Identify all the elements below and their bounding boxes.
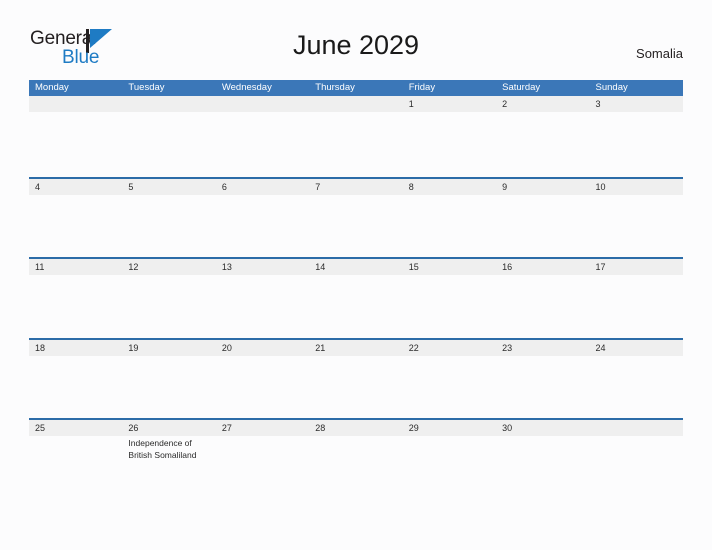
day-content-band: Independence of British Somaliland <box>29 436 683 498</box>
day-number-26[interactable]: 26 <box>122 420 215 436</box>
day-cell-3[interactable] <box>590 112 683 174</box>
day-cell-empty <box>590 436 683 498</box>
calendar-grid: Monday Tuesday Wednesday Thursday Friday Satu… <box>29 80 683 499</box>
day-number-empty <box>29 96 122 112</box>
weekday-header-sunday: Sunday <box>595 82 628 93</box>
date-number-band: 11 12 13 14 15 16 17 <box>29 259 683 275</box>
day-number-empty <box>309 96 402 112</box>
day-cell-11[interactable] <box>29 275 122 337</box>
weekday-header-row: Monday Tuesday Wednesday Thursday Friday Satu… <box>29 80 683 96</box>
day-number-15[interactable]: 15 <box>403 259 496 275</box>
day-cell-17[interactable] <box>590 275 683 337</box>
day-cell-5[interactable] <box>122 195 215 257</box>
weekday-header-saturday: Saturday <box>502 82 541 93</box>
day-cell-9[interactable] <box>496 195 589 257</box>
weekday-header-tuesday: Tuesday <box>128 82 165 93</box>
day-number-30[interactable]: 30 <box>496 420 589 436</box>
day-cell-27[interactable] <box>216 436 309 498</box>
day-cell-13[interactable] <box>216 275 309 337</box>
day-cell-19[interactable] <box>122 356 215 418</box>
date-number-band: 123 <box>29 96 683 112</box>
day-number-25[interactable]: 25 <box>29 420 122 436</box>
day-cell-4[interactable] <box>29 195 122 257</box>
day-number-7[interactable]: 7 <box>309 179 402 195</box>
weekday-header-thursday: Thursday <box>315 82 355 93</box>
day-cell-26[interactable]: Independence of British Somaliland <box>122 436 215 498</box>
day-cell-21[interactable] <box>309 356 402 418</box>
day-cell-18[interactable] <box>29 356 122 418</box>
day-cell-30[interactable] <box>496 436 589 498</box>
day-number-empty <box>590 420 683 436</box>
page-header: General Blue June 2029 Somalia <box>0 0 712 80</box>
day-content-band <box>29 356 683 418</box>
day-cell-23[interactable] <box>496 356 589 418</box>
day-number-empty <box>122 96 215 112</box>
day-cell-15[interactable] <box>403 275 496 337</box>
day-number-3[interactable]: 3 <box>590 96 683 112</box>
day-cell-empty <box>309 112 402 174</box>
day-number-2[interactable]: 2 <box>496 96 589 112</box>
day-content-band <box>29 112 683 174</box>
calendar-week-row: 11 12 13 14 15 16 17 <box>29 257 683 338</box>
day-number-4[interactable]: 4 <box>29 179 122 195</box>
day-number-6[interactable]: 6 <box>216 179 309 195</box>
calendar-weeks: 1 2 3 4 5 6 7 8 9 10 11 12 13 14 15 16 17 18 19 20 21 22 23 24 2… <box>29 96 683 499</box>
calendar-week-row: 123 <box>29 96 683 177</box>
day-number-empty <box>216 96 309 112</box>
day-cell-16[interactable] <box>496 275 589 337</box>
day-number-22[interactable]: 22 <box>403 340 496 356</box>
day-cell-29[interactable] <box>403 436 496 498</box>
day-cell-empty <box>122 112 215 174</box>
weekday-header-friday: Friday <box>408 82 436 93</box>
day-cell-7[interactable] <box>309 195 402 257</box>
calendar-week-row: 4 5 6 7 8 9 10 <box>29 176 683 258</box>
day-cell-empty <box>216 112 309 174</box>
day-number-5[interactable]: 5 <box>122 179 215 195</box>
day-number-16[interactable]: 16 <box>496 259 589 275</box>
day-number-24[interactable]: 24 <box>590 340 683 356</box>
day-number-29[interactable]: 29 <box>403 420 496 436</box>
day-cell-empty <box>29 112 122 174</box>
day-number-17[interactable]: 17 <box>590 259 683 275</box>
weekday-header-monday: Monday <box>35 82 69 93</box>
day-number-21[interactable]: 21 <box>309 340 402 356</box>
day-cell-6[interactable] <box>216 195 309 257</box>
day-number-19[interactable]: 19 <box>122 340 215 356</box>
day-number-11[interactable]: 11 <box>29 259 122 275</box>
day-cell-22[interactable] <box>403 356 496 418</box>
day-cell-24[interactable] <box>590 356 683 418</box>
calendar-week-row: 25 26 27 28 29 30 Independence of British Soma… <box>29 418 683 499</box>
day-cell-20[interactable] <box>216 356 309 418</box>
date-number-band: 4 5 6 7 8 9 10 <box>29 178 683 195</box>
holiday-event-label: Independence of British Somaliland <box>128 438 197 460</box>
day-number-1[interactable]: 1 <box>403 96 496 112</box>
day-number-20[interactable]: 20 <box>216 340 309 356</box>
day-number-10[interactable]: 10 <box>590 179 683 195</box>
day-number-9[interactable]: 9 <box>496 179 589 195</box>
day-number-12[interactable]: 12 <box>122 259 215 275</box>
date-number-band: 18 19 20 21 22 23 24 <box>29 339 683 356</box>
day-cell-12[interactable] <box>122 275 215 337</box>
day-content-band <box>29 275 683 337</box>
day-cell-14[interactable] <box>309 275 402 337</box>
day-cell-8[interactable] <box>403 195 496 257</box>
day-cell-1[interactable] <box>403 112 496 174</box>
date-number-band: 25 26 27 28 29 30 <box>29 420 683 436</box>
day-cell-2[interactable] <box>496 112 589 174</box>
day-cell-10[interactable] <box>590 195 683 257</box>
country-label: Somalia <box>636 46 683 61</box>
weekday-header-wednesday: Wednesday <box>221 82 272 93</box>
day-cell-28[interactable] <box>309 436 402 498</box>
day-number-8[interactable]: 8 <box>403 179 496 195</box>
page-title: June 2029 <box>292 30 420 60</box>
day-number-13[interactable]: 13 <box>216 259 309 275</box>
day-content-band <box>29 195 683 257</box>
calendar-week-row: 18 19 20 21 22 23 24 <box>29 337 683 419</box>
day-number-14[interactable]: 14 <box>309 259 402 275</box>
day-number-28[interactable]: 28 <box>309 420 402 436</box>
day-number-18[interactable]: 18 <box>29 340 122 356</box>
day-number-27[interactable]: 27 <box>216 420 309 436</box>
day-number-23[interactable]: 23 <box>496 340 589 356</box>
day-cell-25[interactable] <box>29 436 122 498</box>
